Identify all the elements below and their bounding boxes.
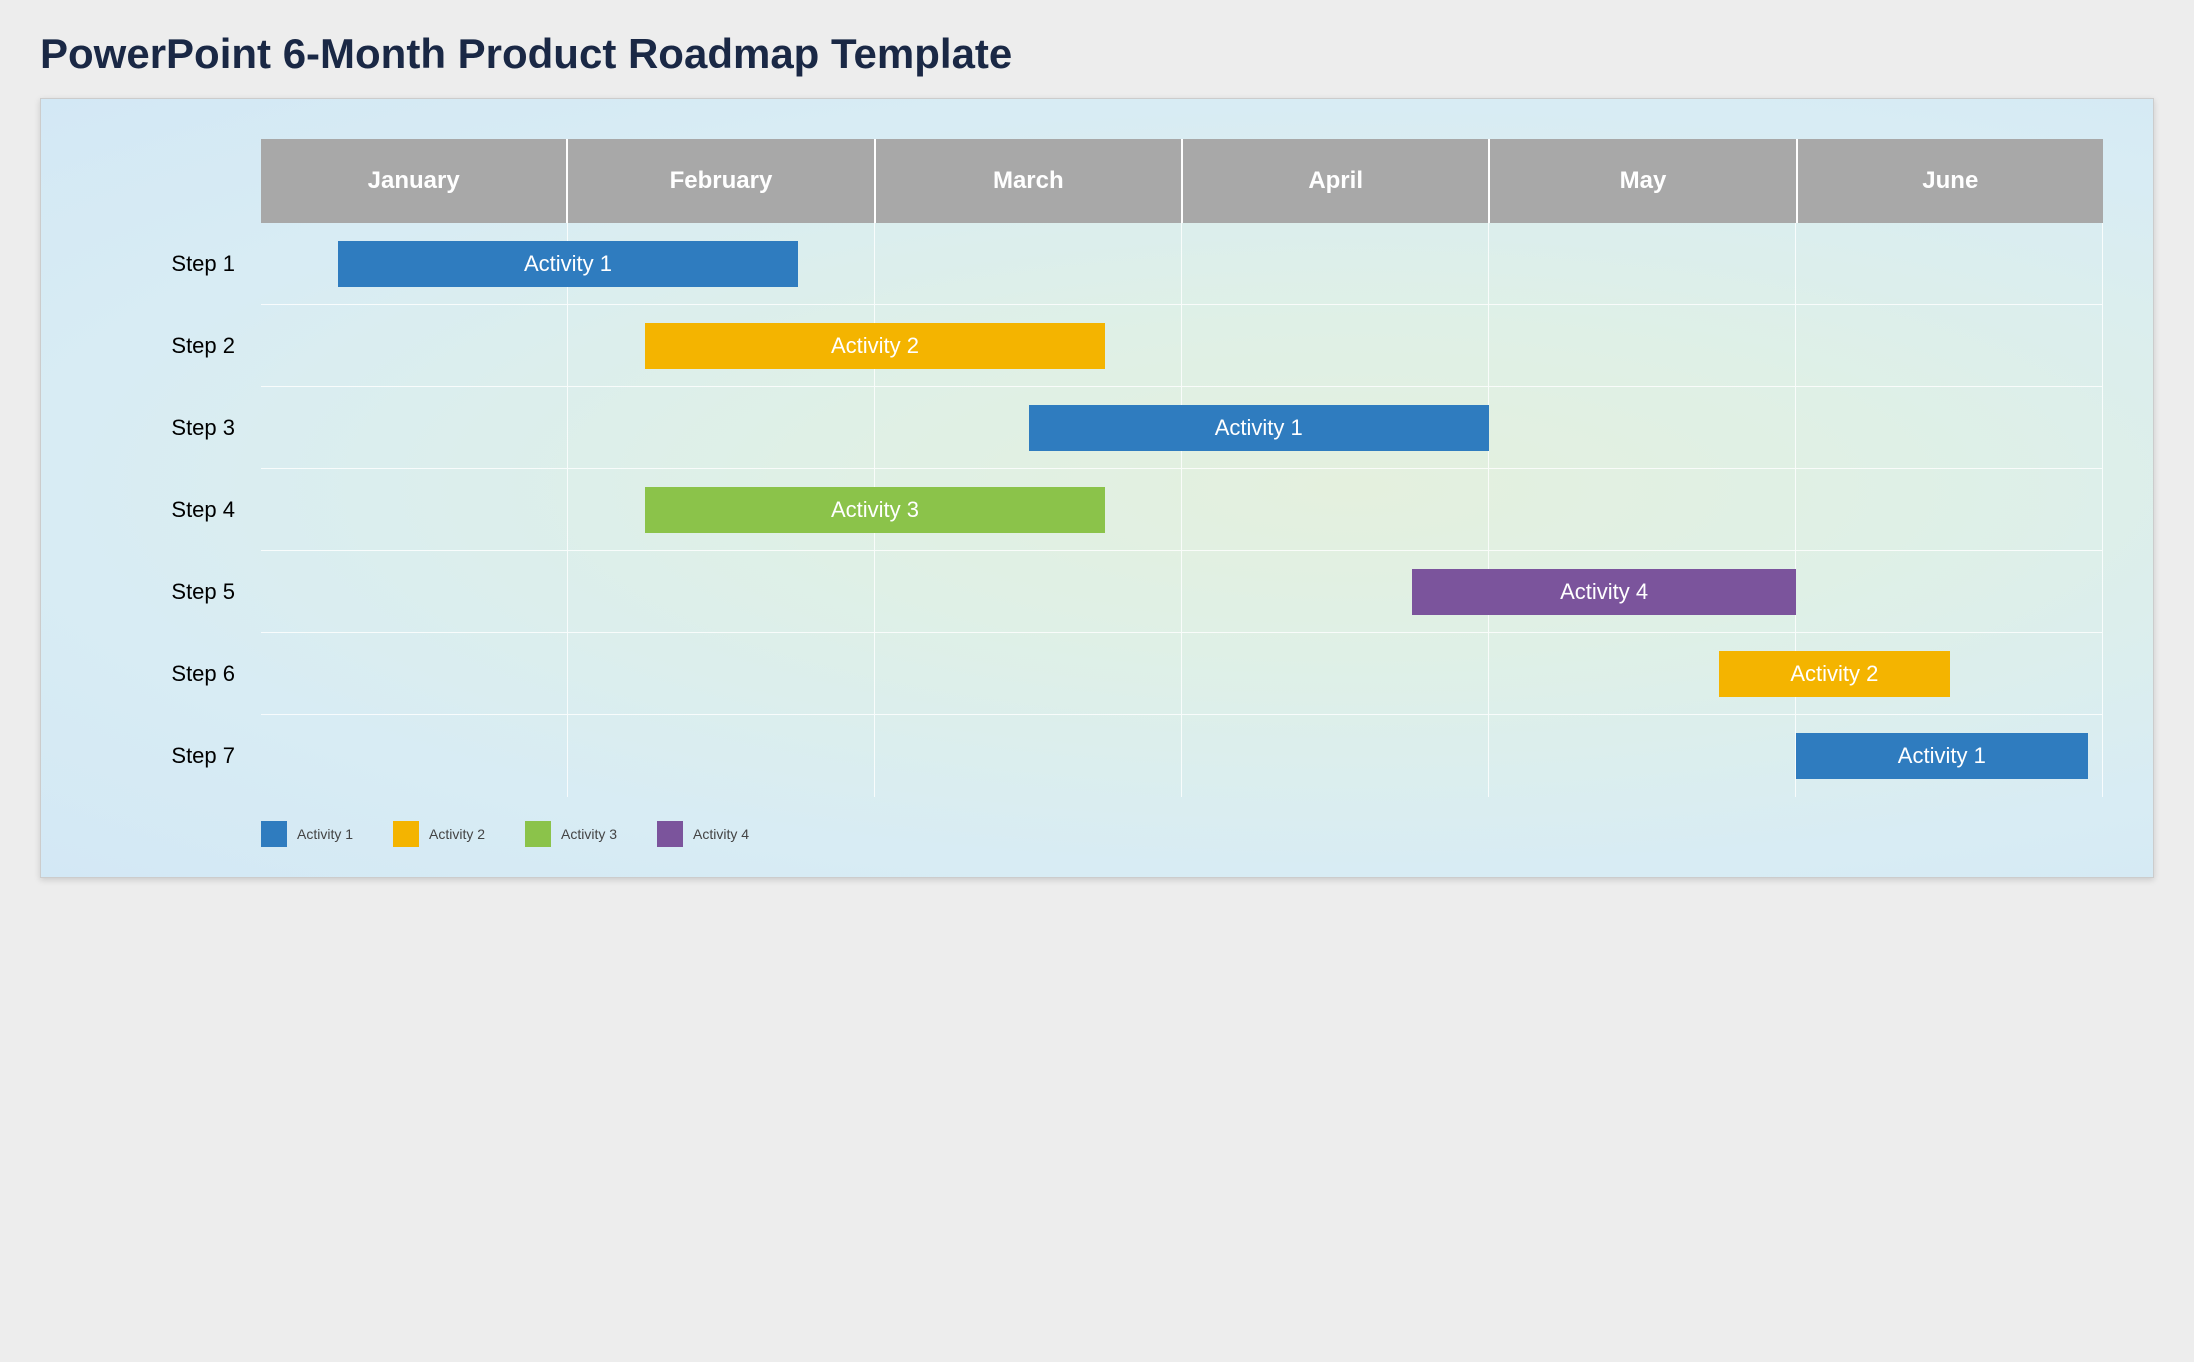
gantt-row: Step 3 Activity 1 — [91, 387, 2103, 469]
row-track: Activity 2 — [261, 305, 2103, 387]
legend-label: Activity 3 — [561, 826, 617, 842]
month-header: April — [1183, 139, 1490, 223]
gantt-row: Step 1 Activity 1 — [91, 223, 2103, 305]
row-label: Step 1 — [91, 251, 261, 277]
legend: Activity 1 Activity 2 Activity 3 Activit… — [261, 821, 2103, 847]
gantt-bar[interactable]: Activity 4 — [1412, 569, 1796, 615]
row-track: Activity 2 — [261, 633, 2103, 715]
row-track: Activity 1 — [261, 715, 2103, 797]
gantt-row: Step 7 Activity 1 — [91, 715, 2103, 797]
gantt-bar[interactable]: Activity 3 — [645, 487, 1106, 533]
legend-swatch — [261, 821, 287, 847]
gantt-row: Step 2 Activity 2 — [91, 305, 2103, 387]
legend-label: Activity 4 — [693, 826, 749, 842]
gantt-body: Step 1 Activity 1 Step 2 Activity 2 Step… — [91, 223, 2103, 797]
gantt-bar[interactable]: Activity 2 — [1719, 651, 1949, 697]
bar-label: Activity 1 — [1215, 415, 1303, 441]
legend-item: Activity 2 — [393, 821, 485, 847]
gantt-bar[interactable]: Activity 1 — [1029, 405, 1490, 451]
legend-swatch — [393, 821, 419, 847]
row-label: Step 4 — [91, 497, 261, 523]
month-header: February — [568, 139, 875, 223]
month-header: May — [1490, 139, 1797, 223]
gantt-row: Step 4 Activity 3 — [91, 469, 2103, 551]
gantt-chart: January February March April May June St… — [91, 139, 2103, 847]
row-label: Step 7 — [91, 743, 261, 769]
month-header-row: January February March April May June — [261, 139, 2103, 223]
row-label: Step 5 — [91, 579, 261, 605]
bar-label: Activity 3 — [831, 497, 919, 523]
legend-label: Activity 1 — [297, 826, 353, 842]
gantt-bar[interactable]: Activity 1 — [1796, 733, 2088, 779]
legend-item: Activity 3 — [525, 821, 617, 847]
bar-label: Activity 4 — [1560, 579, 1648, 605]
row-label: Step 3 — [91, 415, 261, 441]
legend-swatch — [525, 821, 551, 847]
month-header: January — [261, 139, 568, 223]
bar-label: Activity 2 — [1790, 661, 1878, 687]
bar-label: Activity 1 — [524, 251, 612, 277]
legend-label: Activity 2 — [429, 826, 485, 842]
gantt-bar[interactable]: Activity 2 — [645, 323, 1106, 369]
row-label: Step 6 — [91, 661, 261, 687]
gantt-row: Step 6 Activity 2 — [91, 633, 2103, 715]
roadmap-slide: January February March April May June St… — [40, 98, 2154, 878]
row-track: Activity 4 — [261, 551, 2103, 633]
row-track: Activity 1 — [261, 223, 2103, 305]
bar-label: Activity 2 — [831, 333, 919, 359]
month-header: June — [1798, 139, 2103, 223]
page-title: PowerPoint 6-Month Product Roadmap Templ… — [40, 30, 2154, 78]
row-label: Step 2 — [91, 333, 261, 359]
legend-swatch — [657, 821, 683, 847]
legend-item: Activity 4 — [657, 821, 749, 847]
gantt-row: Step 5 Activity 4 — [91, 551, 2103, 633]
row-track: Activity 3 — [261, 469, 2103, 551]
row-track: Activity 1 — [261, 387, 2103, 469]
bar-label: Activity 1 — [1898, 743, 1986, 769]
month-header: March — [876, 139, 1183, 223]
legend-item: Activity 1 — [261, 821, 353, 847]
gantt-bar[interactable]: Activity 1 — [338, 241, 799, 287]
